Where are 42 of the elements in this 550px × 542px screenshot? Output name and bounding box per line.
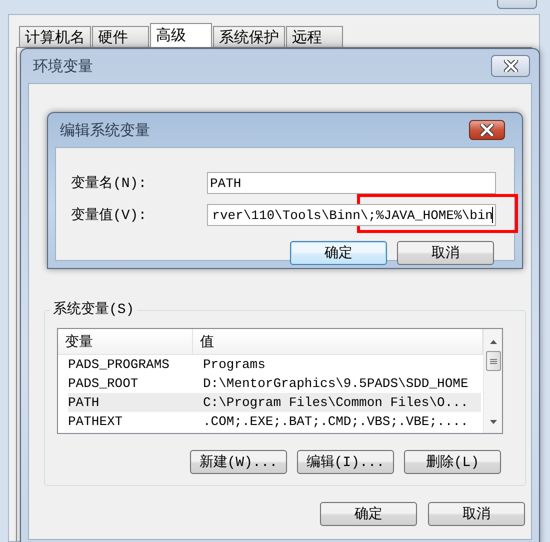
dialog-button[interactable]: 取消: [428, 502, 525, 526]
table-cell-text: C:\Program Files\Common Files\O...: [203, 395, 470, 410]
scroll-thumb[interactable]: [486, 351, 500, 371]
dialog-button[interactable]: 确定: [320, 502, 417, 526]
tab[interactable]: 计算机名: [19, 26, 91, 47]
list-row[interactable]: PATHEXT .COM;.EXE;.BAT;.CMD;.VBS;.VBE;....: [68, 412, 481, 431]
close-button[interactable]: [469, 120, 505, 140]
dialog-button[interactable]: 取消: [397, 241, 494, 265]
text-cursor: [492, 207, 493, 223]
table-cell-text: PATHEXT: [68, 414, 124, 429]
table-cell-text: PADS_ROOT: [68, 376, 140, 391]
window-title: 环境变量: [33, 58, 93, 76]
text-field[interactable]: PATH: [207, 172, 496, 194]
dialog-button[interactable]: 新建(W)...: [190, 450, 287, 474]
table-cell-text: Programs: [203, 357, 266, 372]
up-arrow-icon[interactable]: [490, 340, 496, 344]
grip-icon: [490, 358, 496, 364]
tab[interactable]: 远程: [286, 26, 343, 47]
close-icon: [504, 60, 518, 72]
dialog-button[interactable]: 删除(L): [404, 450, 501, 474]
down-arrow-icon[interactable]: [490, 420, 496, 424]
tab[interactable]: 高级: [150, 23, 212, 47]
tab[interactable]: 系统保护: [213, 26, 285, 47]
field-label: 变量值(V):: [71, 206, 148, 224]
column-header[interactable]: 变量: [58, 329, 193, 354]
list-row[interactable]: PADS_ROOT D:\MentorGraphics\9.5PADS\SDD_HOME: [68, 374, 481, 393]
table-cell-text: .COM;.EXE;.BAT;.CMD;.VBS;.VBE;....: [203, 414, 470, 429]
scrollbar[interactable]: [483, 329, 502, 433]
field-label: 变量名(N):: [71, 174, 148, 192]
text-field[interactable]: rver\110\Tools\Binn\;%JAVA_HOME%\bin: [207, 204, 496, 226]
table-cell-text: PADS_PROGRAMS: [68, 357, 170, 372]
table-cell-text: D:\MentorGraphics\9.5PADS\SDD_HOME: [203, 376, 470, 391]
list-row[interactable]: PATH C:\Program Files\Common Files\O...: [68, 393, 481, 412]
table-cell-text: PATH: [68, 395, 100, 410]
window-title: 编辑系统变量: [60, 122, 150, 140]
dialog-button[interactable]: 编辑(I)...: [297, 450, 394, 474]
dialog-button[interactable]: 确定: [290, 241, 387, 265]
group-title: 系统变量(S): [50, 300, 138, 318]
list-row[interactable]: PADS_PROGRAMS Programs: [68, 355, 481, 374]
close-icon: [480, 124, 494, 136]
close-button[interactable]: [491, 55, 530, 77]
tab[interactable]: 硬件: [92, 26, 149, 47]
